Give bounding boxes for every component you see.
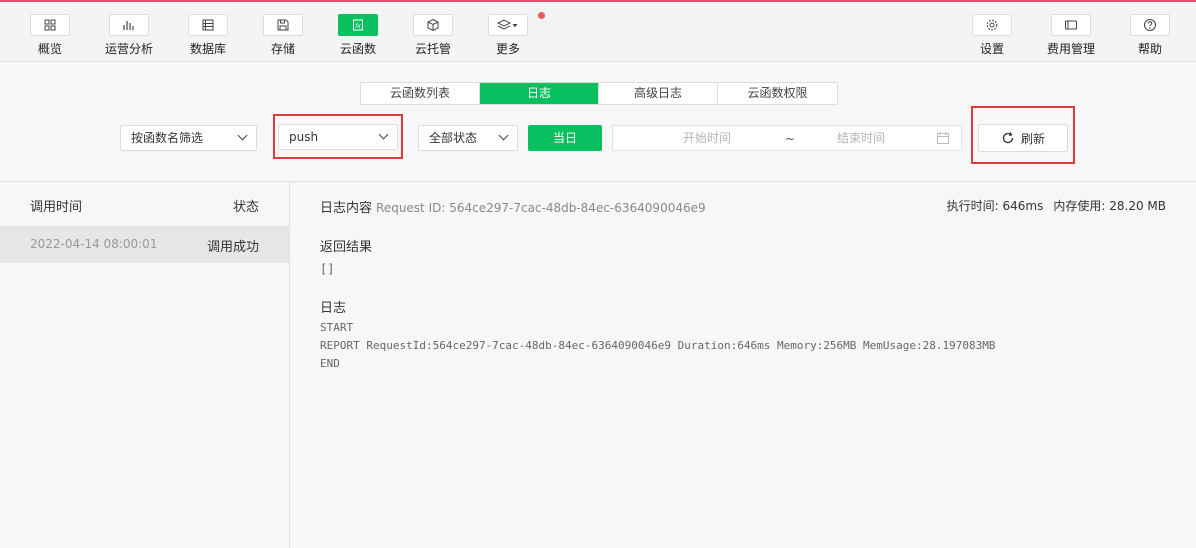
log-content-title: 日志内容 Request ID: 564ce297-7cac-48db-84ec-…: [320, 197, 706, 216]
invocation-list: 调用时间 状态 2022-04-14 08:00:01 调用成功: [0, 182, 290, 548]
col-call-time: 调用时间: [30, 200, 83, 215]
toolbar-overview-label: 概览: [37, 42, 62, 56]
status-select[interactable]: 全部状态: [418, 125, 518, 151]
function-icon: fx: [353, 19, 363, 31]
filter-mode-value: 按函数名筛选: [131, 131, 204, 145]
chevron-down-icon: [498, 130, 509, 141]
toolbar-help-label: 帮助: [1137, 42, 1162, 56]
toolbar-overview-button[interactable]: 概览: [10, 14, 90, 60]
toolbar-cloud-function-button[interactable]: fx 云函数: [318, 14, 398, 60]
log-content-label: 日志内容: [320, 201, 373, 216]
today-button[interactable]: 当日: [528, 125, 602, 151]
toolbar-analytics-button[interactable]: 运营分析: [89, 14, 169, 60]
request-id: Request ID: 564ce297-7cac-48db-84ec-6364…: [376, 201, 706, 215]
range-separator: ~: [785, 132, 796, 146]
toolbar-analytics-label: 运营分析: [104, 42, 153, 56]
toolbar-settings-button[interactable]: 设置: [952, 14, 1032, 60]
layers-icon: [497, 19, 518, 30]
call-time: 2022-04-14 08:00:01: [30, 237, 158, 251]
toolbar-help-button[interactable]: 帮助: [1110, 14, 1190, 60]
grid-icon: [44, 19, 56, 31]
bar-chart-icon: [123, 21, 134, 30]
svg-text:fx: fx: [355, 23, 361, 30]
toolbar-billing-button[interactable]: 费用管理: [1031, 14, 1111, 60]
main-toolbar: 概览 运营分析 数据库 存储 fx 云函数 云托管 更多 设置 费用管理 帮助: [0, 2, 1196, 62]
end-time-placeholder: 结束时间: [837, 131, 886, 145]
notification-dot: [538, 12, 545, 19]
billing-icon: [1065, 20, 1077, 30]
gear-icon: [986, 19, 998, 31]
toolbar-cloud-function-label: 云函数: [339, 42, 376, 56]
filter-mode-select[interactable]: 按函数名筛选: [120, 125, 257, 151]
database-icon: [202, 19, 214, 31]
execution-time: 执行时间: 646ms: [946, 199, 1044, 213]
refresh-button[interactable]: 刷新: [978, 124, 1068, 152]
function-name-select[interactable]: push: [278, 124, 398, 150]
help-icon: [1144, 19, 1156, 31]
chevron-down-icon: [378, 129, 389, 140]
memory-usage: 内存使用: 28.20 MB: [1053, 199, 1166, 213]
result-heading: 返回结果: [320, 240, 373, 255]
tab-logs[interactable]: 日志: [480, 83, 599, 104]
cube-icon: [427, 18, 439, 32]
chevron-down-icon: [237, 130, 248, 141]
toolbar-storage-label: 存储: [270, 42, 295, 56]
function-tabs: 云函数列表 日志 高级日志 云函数权限: [360, 82, 838, 105]
col-status: 状态: [232, 200, 259, 215]
result-value: []: [320, 262, 335, 276]
toolbar-more-label: 更多: [495, 42, 520, 56]
toolbar-database-label: 数据库: [189, 42, 226, 56]
list-item[interactable]: 2022-04-14 08:00:01 调用成功: [0, 226, 289, 263]
tab-function-permissions[interactable]: 云函数权限: [718, 83, 837, 104]
start-time-placeholder: 开始时间: [683, 131, 732, 145]
refresh-label: 刷新: [1020, 131, 1045, 146]
refresh-icon: [1002, 132, 1014, 144]
toolbar-storage-button[interactable]: 存储: [243, 14, 323, 60]
calendar-icon: [937, 132, 949, 144]
log-line: REPORT RequestId:564ce297-7cac-48db-84ec…: [320, 339, 996, 352]
floppy-icon: [277, 19, 289, 31]
status-value: 全部状态: [429, 131, 478, 145]
log-line: END: [320, 357, 340, 370]
toolbar-settings-label: 设置: [979, 42, 1004, 56]
log-heading: 日志: [320, 301, 347, 316]
invocation-list-header: 调用时间 状态: [0, 182, 289, 226]
execution-meta: 执行时间: 646ms 内存使用: 28.20 MB: [947, 197, 1166, 214]
toolbar-cloud-hosting-label: 云托管: [414, 42, 451, 56]
date-range-picker[interactable]: 开始时间 ~ 结束时间: [612, 125, 962, 151]
tab-function-list[interactable]: 云函数列表: [361, 83, 480, 104]
toolbar-billing-label: 费用管理: [1046, 42, 1095, 56]
call-status: 调用成功: [206, 240, 259, 255]
toolbar-database-button[interactable]: 数据库: [168, 14, 248, 60]
function-name-value: push: [289, 130, 319, 144]
tab-advanced-logs[interactable]: 高级日志: [599, 83, 718, 104]
log-line: START: [320, 321, 354, 334]
toolbar-cloud-hosting-button[interactable]: 云托管: [393, 14, 473, 60]
toolbar-more-button[interactable]: 更多: [468, 12, 548, 60]
